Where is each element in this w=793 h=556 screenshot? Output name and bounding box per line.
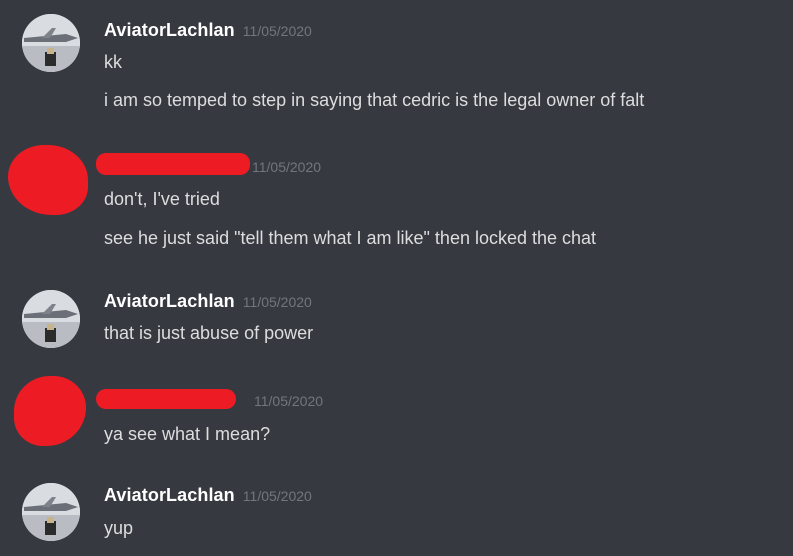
message-text: don't, I've tried <box>104 189 220 209</box>
redacted-avatar <box>8 145 88 215</box>
timestamp[interactable]: 11/05/2020 <box>254 393 323 409</box>
redacted-avatar <box>14 376 86 446</box>
username[interactable]: AviatorLachlan <box>104 291 235 311</box>
username[interactable]: AviatorLachlan <box>104 485 235 505</box>
message-header: AviatorLachlan 11/05/2020 <box>104 20 312 44</box>
airplane-avatar-icon[interactable] <box>22 14 80 72</box>
message-header: AviatorLachlan 11/05/2020 <box>104 291 312 315</box>
message-header: 11/05/2020 <box>96 389 374 415</box>
username[interactable]: AviatorLachlan <box>104 20 235 40</box>
timestamp[interactable]: 11/05/2020 <box>252 159 321 175</box>
message-text: yup <box>104 518 134 538</box>
airplane-avatar-icon[interactable] <box>22 290 80 348</box>
timestamp[interactable]: 11/05/2020 <box>243 488 312 504</box>
message-text: that is just abuse of power <box>104 323 314 343</box>
message-text: ya see what I mean? <box>104 424 271 444</box>
message-text: kk <box>104 52 122 72</box>
redacted-username <box>96 153 250 175</box>
chat-message-list: AviatorLachlan 11/05/2020 kk i am so temp… <box>0 0 793 556</box>
message-text: i am so temped to step in saying that ce… <box>104 90 645 110</box>
message-header: AviatorLachlan 11/05/2020 <box>104 485 312 509</box>
airplane-avatar-icon[interactable] <box>22 483 80 541</box>
timestamp[interactable]: 11/05/2020 <box>243 23 312 39</box>
message-header: 11/05/2020 <box>96 153 364 181</box>
message-text: see he just said "tell them what I am li… <box>104 228 597 248</box>
timestamp[interactable]: 11/05/2020 <box>243 294 312 310</box>
redacted-username <box>96 389 236 409</box>
